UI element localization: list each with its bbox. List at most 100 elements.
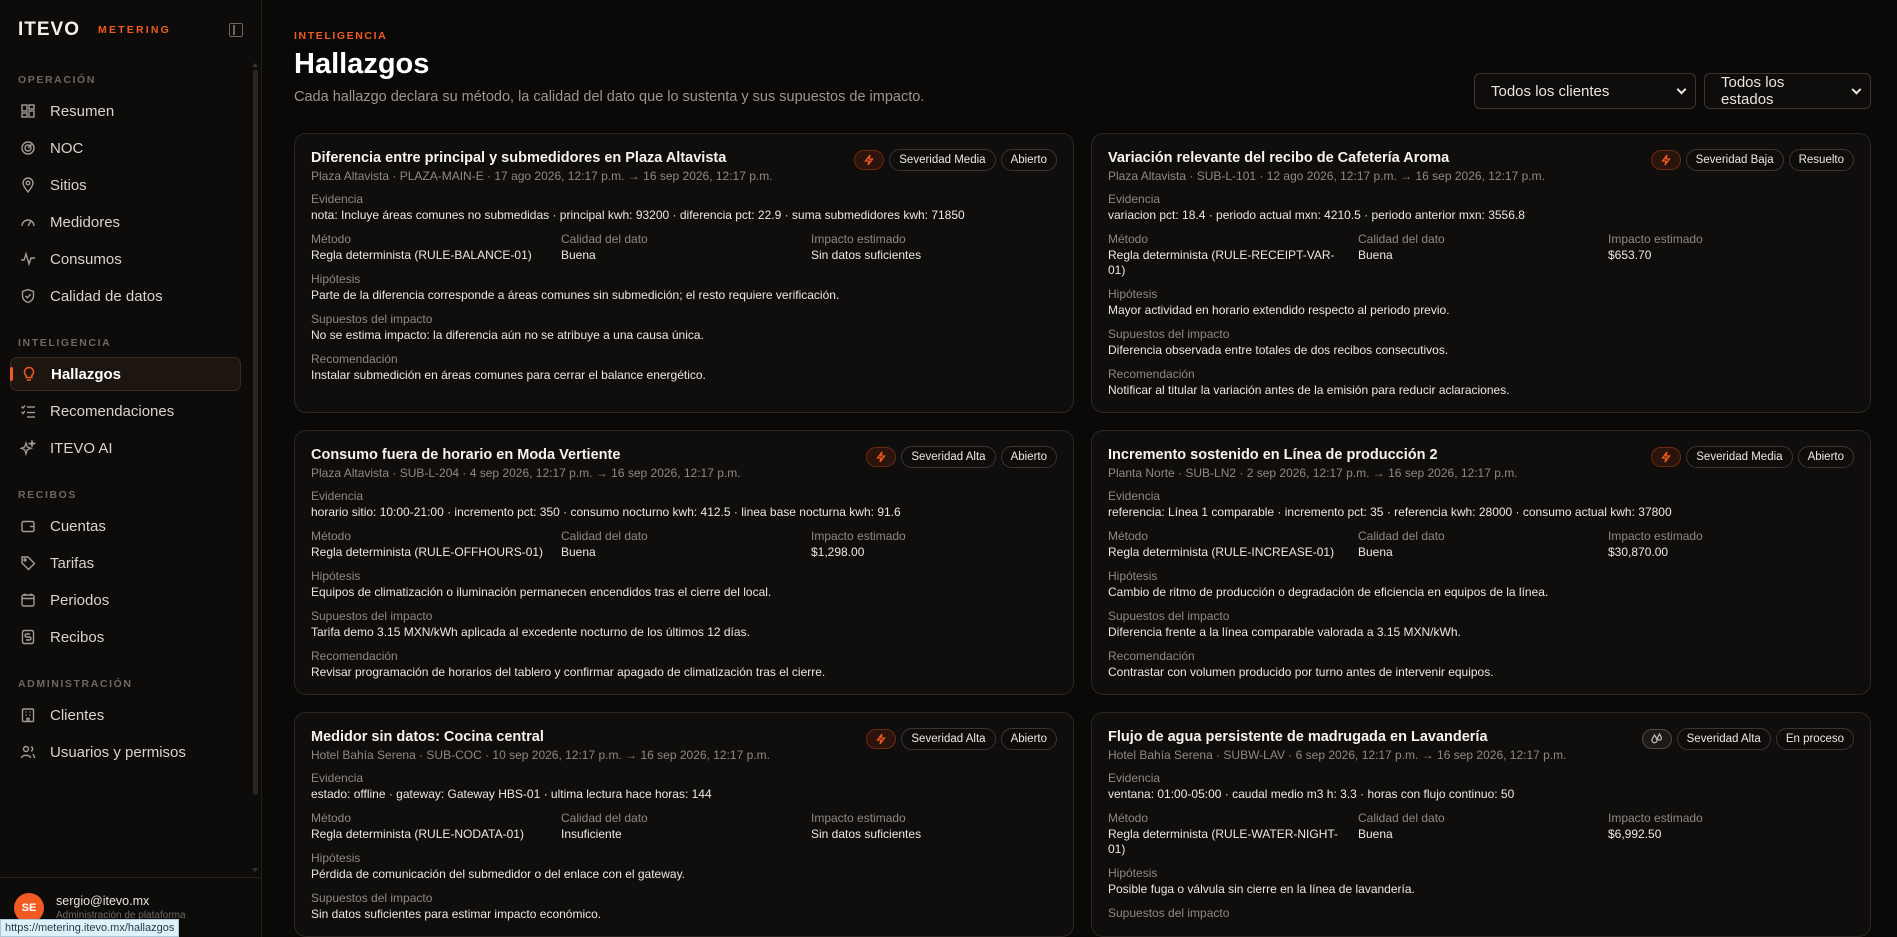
impact-value: $30,870.00	[1608, 545, 1669, 559]
recommendation-label: Recomendación	[1108, 367, 1195, 381]
method-quality-impact-row: Método Regla determinista (RULE-RECEIPT-…	[1108, 223, 1854, 278]
quality-value: Buena	[1358, 827, 1393, 841]
chevron-down-icon	[1851, 84, 1862, 94]
finding-card[interactable]: Diferencia entre principal y submedidore…	[294, 133, 1074, 413]
severity-badge: Severidad Alta	[1676, 728, 1771, 750]
impact-label: Impacto estimado	[811, 529, 906, 543]
sidebar-item-usuarios-y-permisos[interactable]: Usuarios y permisos	[10, 735, 241, 769]
sidebar-item-label: Hallazgos	[51, 365, 122, 383]
sidebar-section-label: ADMINISTRACIÓN	[18, 678, 133, 690]
evidence-label: Evidencia	[311, 489, 364, 503]
finding-title[interactable]: Flujo de agua persistente de madrugada e…	[1108, 729, 1566, 745]
impact-block: Impacto estimado $653.70	[1608, 223, 1858, 278]
app-root: ITEVO METERING OPERACIÓN Resumen NOC Sit…	[0, 0, 1897, 937]
itevo-logo[interactable]: ITEVO	[18, 19, 80, 41]
sidebar-item-itevo-ai[interactable]: ITEVO AI	[10, 431, 241, 465]
page-kicker: INTELIGENCIA	[294, 30, 388, 42]
impact-value: Sin datos suficientes	[811, 827, 922, 841]
scroll-down-arrow[interactable]	[252, 868, 258, 872]
quality-value: Buena	[561, 545, 596, 559]
recommendation-value: Revisar programación de horarios del tab…	[311, 665, 826, 679]
finding-meta: Plaza Altavista · SUB-L-101 · 12 ago 202…	[1108, 169, 1545, 183]
sidebar-item-tarifas[interactable]: Tarifas	[10, 546, 241, 580]
quality-value: Buena	[1358, 545, 1393, 559]
finding-card[interactable]: Flujo de agua persistente de madrugada e…	[1091, 712, 1871, 937]
quality-label: Calidad del dato	[1358, 232, 1445, 246]
finding-title[interactable]: Medidor sin datos: Cocina central	[311, 729, 770, 745]
sidebar-item-periodos[interactable]: Periodos	[10, 583, 241, 617]
sidebar-item-noc[interactable]: NOC	[10, 131, 241, 165]
collapse-sidebar-icon[interactable]	[229, 23, 243, 37]
sidebar-item-resumen[interactable]: Resumen	[10, 94, 241, 128]
sidebar-item-cuentas[interactable]: Cuentas	[10, 509, 241, 543]
hypothesis-label: Hipótesis	[311, 851, 361, 865]
sidebar-item-recibos[interactable]: Recibos	[10, 620, 241, 654]
method-label: Método	[1108, 529, 1149, 543]
finding-card[interactable]: Incremento sostenido en Línea de producc…	[1091, 430, 1871, 695]
evidence-value: horario sitio: 10:00-21:00 · incremento …	[311, 505, 901, 519]
impact-block: Impacto estimado $6,992.50	[1608, 802, 1858, 857]
method-block: Método Regla determinista (RULE-RECEIPT-…	[1108, 223, 1358, 278]
impact-label: Impacto estimado	[811, 232, 906, 246]
finding-title[interactable]: Incremento sostenido en Línea de producc…	[1108, 447, 1518, 463]
quality-block: Calidad del dato Buena	[1358, 223, 1608, 278]
sidebar-item-medidores[interactable]: Medidores	[10, 205, 241, 239]
states-filter-select[interactable]: Todos los estados	[1704, 73, 1871, 109]
finding-heading: Medidor sin datos: Cocina central Hotel …	[311, 729, 770, 762]
sidebar-item-hallazgos[interactable]: Hallazgos	[10, 357, 241, 391]
method-block: Método Regla determinista (RULE-WATER-NI…	[1108, 802, 1358, 857]
method-value: Regla determinista (RULE-RECEIPT-VAR-01)	[1108, 248, 1335, 277]
bolt-icon	[854, 150, 885, 170]
finding-card[interactable]: Medidor sin datos: Cocina central Hotel …	[294, 712, 1074, 937]
quality-label: Calidad del dato	[561, 529, 648, 543]
sidebar-item-calidad-de-datos[interactable]: Calidad de datos	[10, 279, 241, 313]
bolt-icon	[1650, 150, 1681, 170]
assumptions-value: No se estima impacto: la diferencia aún …	[311, 328, 704, 342]
sidebar-section-label: INTELIGENCIA	[18, 337, 112, 349]
sidebar-section-label: RECIBOS	[18, 489, 78, 501]
hypothesis-value: Mayor actividad en horario extendido res…	[1108, 303, 1450, 317]
sidebar-item-label: Consumos	[50, 250, 122, 268]
map-pin-icon	[20, 177, 36, 193]
finding-badges: Severidad Media Abierto	[1651, 446, 1854, 468]
quality-value: Buena	[1358, 248, 1393, 262]
sidebar: ITEVO METERING OPERACIÓN Resumen NOC Sit…	[0, 0, 262, 937]
finding-meta: Planta Norte · SUB-LN2 · 2 sep 2026, 12:…	[1108, 466, 1518, 480]
recommendation-value: Contrastar con volumen producido por tur…	[1108, 665, 1494, 679]
quality-label: Calidad del dato	[1358, 811, 1445, 825]
states-filter-value: Todos los estados	[1721, 74, 1785, 108]
calendar-icon	[20, 592, 36, 608]
clients-filter-select[interactable]: Todos los clientes	[1474, 73, 1696, 109]
finding-badges: Severidad Baja Resuelto	[1650, 149, 1854, 171]
finding-card[interactable]: Variación relevante del recibo de Cafete…	[1091, 133, 1871, 413]
finding-card[interactable]: Consumo fuera de horario en Moda Vertien…	[294, 430, 1074, 695]
evidence-label: Evidencia	[1108, 489, 1161, 503]
evidence-label: Evidencia	[311, 192, 364, 206]
quality-label: Calidad del dato	[561, 232, 648, 246]
status-url: https://metering.itevo.mx/hallazgos	[0, 919, 180, 937]
finding-title[interactable]: Consumo fuera de horario en Moda Vertien…	[311, 447, 741, 463]
hypothesis-label: Hipótesis	[311, 569, 361, 583]
sidebar-item-clientes[interactable]: Clientes	[10, 698, 241, 732]
sidebar-item-consumos[interactable]: Consumos	[10, 242, 241, 276]
quality-value: Insuficiente	[561, 827, 622, 841]
assumptions-label: Supuestos del impacto	[311, 312, 433, 326]
sidebar-item-sitios[interactable]: Sitios	[10, 168, 241, 202]
finding-title[interactable]: Variación relevante del recibo de Cafete…	[1108, 150, 1545, 166]
user-meta: sergio@itevo.mx Administración de plataf…	[56, 894, 186, 921]
sidebar-scrollbar[interactable]	[253, 70, 258, 795]
clients-filter-value: Todos los clientes	[1491, 82, 1610, 100]
finding-title[interactable]: Diferencia entre principal y submedidore…	[311, 150, 773, 166]
severity-badge: Severidad Baja	[1685, 149, 1784, 171]
impact-block: Impacto estimado $1,298.00	[811, 520, 1061, 560]
hypothesis-label: Hipótesis	[1108, 866, 1158, 880]
scroll-up-arrow[interactable]	[252, 63, 258, 67]
quality-value: Buena	[561, 248, 596, 262]
product-name: METERING	[98, 24, 172, 36]
avatar[interactable]: SE	[14, 892, 44, 923]
sidebar-item-label: Sitios	[50, 176, 87, 194]
recommendation-label: Recomendación	[311, 649, 398, 663]
sidebar-item-label: Recomendaciones	[50, 402, 175, 420]
sidebar-item-recomendaciones[interactable]: Recomendaciones	[10, 394, 241, 428]
recommendation-value: Notificar al titular la variación antes …	[1108, 383, 1510, 397]
